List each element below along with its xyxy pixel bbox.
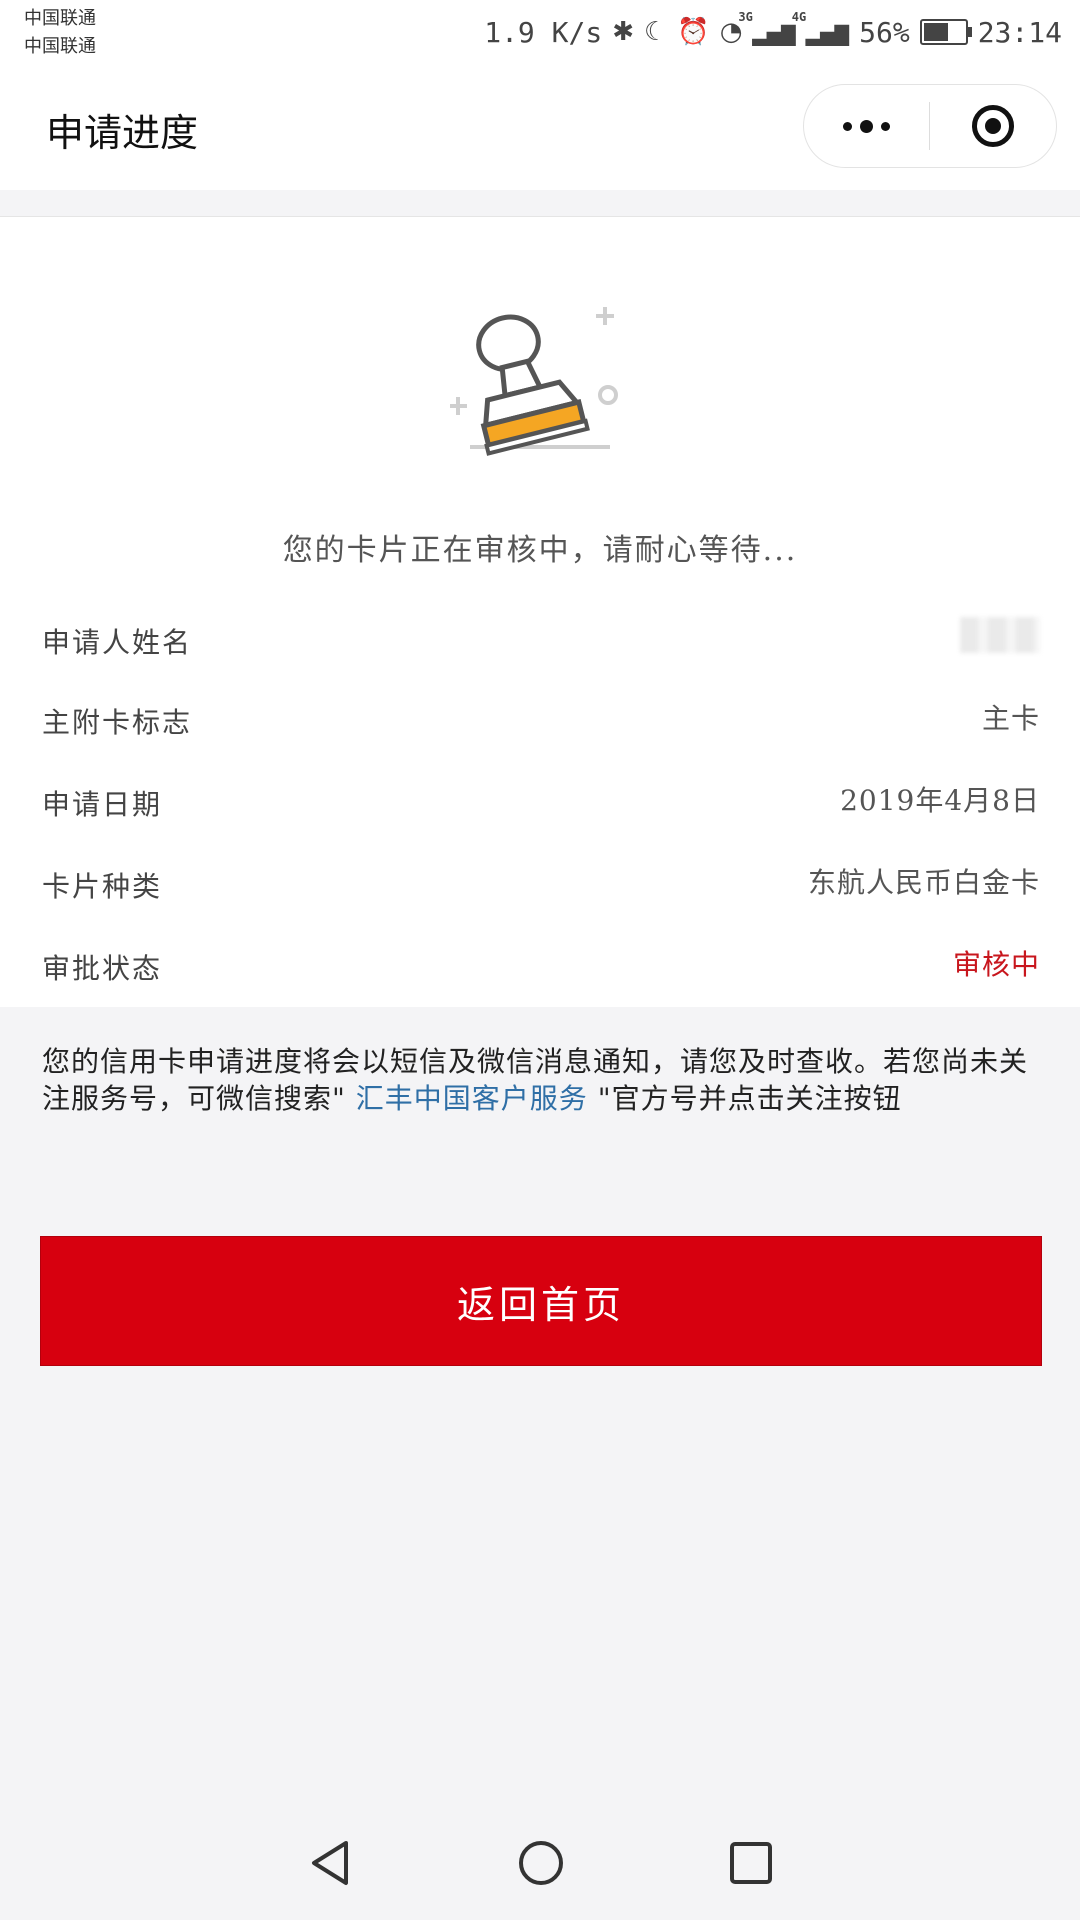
status-badge: 审核中 <box>952 948 1040 981</box>
notice-text-end: "官方号并点击关注按钮 <box>597 1082 902 1115</box>
more-dots-icon <box>843 119 890 133</box>
battery-icon <box>919 19 972 45</box>
clock: 23:14 <box>977 15 1062 49</box>
info-row-card-kind: 卡片种类 东航人民币白金卡 <box>0 843 1080 923</box>
info-row-applicant-name: 申请人姓名 <box>0 599 1080 679</box>
review-status-message: 您的卡片正在审核中，请耐心等待... <box>282 533 798 568</box>
service-account-link[interactable]: 汇丰中国客户服务 <box>346 1082 598 1115</box>
info-label: 审批状态 <box>42 952 163 985</box>
status-card: 您的卡片正在审核中，请耐心等待... <box>0 216 1080 600</box>
target-icon <box>971 105 1014 147</box>
signal-icon-3g: 3G ▂▄▆ <box>738 10 796 46</box>
signal-icon-4g: 4G ▂▄▆ <box>791 10 850 46</box>
page-title: 申请进度 <box>46 111 199 155</box>
system-nav-bar <box>0 1800 1080 1920</box>
carrier-1: 中国联通 <box>24 8 96 29</box>
info-label: 申请人姓名 <box>42 626 193 659</box>
home-icon[interactable] <box>516 1838 566 1888</box>
stamp-icon <box>450 307 618 456</box>
alarm-icon: ⏰ <box>677 17 710 47</box>
back-icon[interactable] <box>306 1838 356 1888</box>
info-value: 主卡 <box>981 702 1040 735</box>
info-row-card-type-flag: 主附卡标志 主卡 <box>0 679 1080 759</box>
carrier-2: 中国联通 <box>24 36 96 57</box>
info-label: 申请日期 <box>42 788 163 821</box>
battery-level <box>923 23 949 41</box>
nav-bar: 申请进度 <box>0 64 1080 190</box>
status-bar: 中国联通 中国联通 1.9 K/s ✱ ☾ ⏰ ◔ 3G ▂▄▆ 4G ▂▄▆ 56… <box>0 0 1080 64</box>
info-label: 主附卡标志 <box>42 706 193 739</box>
network-3g-label: 3G <box>738 10 753 24</box>
back-to-home-button[interactable]: 返回首页 <box>40 1236 1042 1366</box>
info-label: 卡片种类 <box>42 870 163 903</box>
info-value: 2019年4月8日 <box>840 784 1040 817</box>
redacted-name <box>960 617 1040 653</box>
more-button[interactable] <box>804 85 929 167</box>
info-value: 东航人民币白金卡 <box>807 866 1040 899</box>
notification-notice: 您的信用卡申请进度将会以短信及微信消息通知，请您及时查收。若您尚未关注服务号，可… <box>42 1043 1042 1117</box>
status-icons: 1.9 K/s ✱ ☾ ⏰ ◔ 3G ▂▄▆ 4G ▂▄▆ 56% 23:14 <box>484 10 1062 50</box>
application-info-list: 申请人姓名 主附卡标志 主卡 申请日期 2019年4月8日 卡片种类 东航人民币… <box>0 599 1080 1007</box>
close-miniprogram-button[interactable] <box>930 85 1055 167</box>
bluetooth-icon: ✱ <box>612 17 635 47</box>
moon-icon: ☾ <box>644 17 668 47</box>
info-row-apply-date: 申请日期 2019年4月8日 <box>0 761 1080 841</box>
network-speed: 1.9 K/s <box>484 15 603 49</box>
miniprogram-capsule <box>803 84 1057 168</box>
recent-apps-icon[interactable] <box>726 1838 776 1888</box>
network-4g-label: 4G <box>791 10 807 24</box>
info-row-approval-status: 审批状态 审核中 <box>0 925 1080 1005</box>
battery-percent: 56% <box>859 15 910 49</box>
